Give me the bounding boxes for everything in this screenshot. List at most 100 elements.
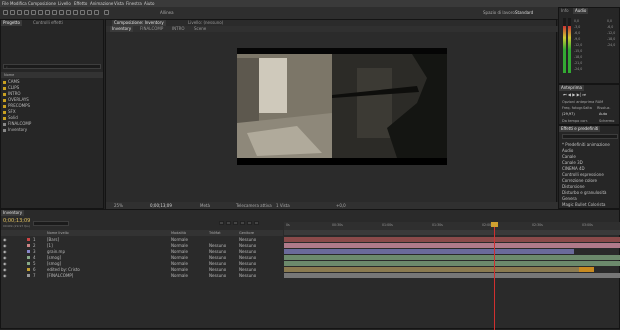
pan-behind-tool-icon[interactable]	[38, 10, 43, 15]
layer-bar[interactable]	[284, 243, 620, 248]
effect-category[interactable]: Genera	[562, 196, 577, 201]
layer-name[interactable]: edited by: Cristo	[47, 267, 80, 272]
layer-name[interactable]: [Bars]	[47, 237, 59, 242]
pen-tool-icon[interactable]	[52, 10, 57, 15]
layer-name[interactable]: [smog]	[47, 261, 61, 266]
layer-parent[interactable]: Nessuno	[239, 261, 256, 266]
crumb-inventory[interactable]: Inventory	[110, 26, 134, 32]
layer-name[interactable]: [smog]	[47, 255, 61, 260]
menu-composizione[interactable]: Composizione	[28, 1, 56, 6]
brush-tool-icon[interactable]	[66, 10, 71, 15]
layer-parent[interactable]: Nessuno	[239, 237, 256, 242]
layer-bar[interactable]	[284, 261, 620, 266]
full-screen[interactable]: Schermo	[599, 119, 614, 123]
effect-category[interactable]: Distorsione	[562, 184, 585, 189]
layer-bar[interactable]	[284, 267, 579, 272]
column-name[interactable]: Nome	[4, 73, 14, 77]
crumb-finalcomp[interactable]: FINALCOMP	[138, 26, 165, 32]
layer-row[interactable]: ◉ 1 [Bars] Normale Nessuno	[1, 237, 283, 242]
effect-category[interactable]: * Predefiniti animazione	[562, 142, 610, 147]
menu-animazione[interactable]: Animazione	[90, 1, 113, 6]
layer-trkmat[interactable]: Nessuno	[209, 255, 226, 260]
menu-file[interactable]: File	[2, 1, 9, 6]
clone-tool-icon[interactable]	[73, 10, 78, 15]
project-item[interactable]: FINALCOMP	[3, 121, 31, 126]
visibility-icon[interactable]: ◉	[3, 273, 7, 278]
menu-finestra[interactable]: Finestra	[126, 1, 142, 6]
label-color[interactable]	[27, 274, 30, 277]
layer-mode[interactable]: Normale	[171, 267, 188, 272]
menu-effetto[interactable]: Effetto	[74, 1, 87, 6]
ram-preview-options[interactable]: Opzioni anteprima RAM	[562, 100, 603, 104]
visibility-icon[interactable]: ◉	[3, 255, 7, 260]
visibility-icon[interactable]: ◉	[3, 243, 7, 248]
project-item[interactable]: PRECOMPS	[3, 103, 30, 108]
effect-category[interactable]: Controlli espressione	[562, 172, 604, 177]
effect-category[interactable]: CINEMA 4D	[562, 166, 585, 171]
visibility-icon[interactable]: ◉	[3, 237, 7, 242]
layer-mode[interactable]: Normale	[171, 243, 188, 248]
layer-parent[interactable]: Nessuno	[239, 243, 256, 248]
tab-audio[interactable]: Audio	[573, 8, 589, 14]
next-frame-icon[interactable]: ▶|	[577, 92, 581, 97]
project-search-input[interactable]: ⌕	[3, 64, 101, 69]
crumb-intro[interactable]: INTRO	[170, 26, 187, 32]
layer-bar[interactable]	[284, 249, 574, 254]
effect-category[interactable]: Magic Bullet Colorista	[562, 202, 605, 207]
effect-category[interactable]: Canale	[562, 154, 576, 159]
effect-category[interactable]: Canale 3D	[562, 160, 583, 165]
project-item[interactable]: Solid	[3, 115, 18, 120]
tab-preview[interactable]: Anteprima	[559, 85, 584, 91]
layer-trkmat[interactable]: Nessuno	[209, 267, 226, 272]
menu-modifica[interactable]: Modifica	[10, 1, 27, 6]
tab-project[interactable]: Progetto	[1, 20, 22, 26]
fps-value[interactable]: (29,97)	[562, 112, 575, 116]
project-item[interactable]: SFX	[3, 109, 16, 114]
graph-editor-icon[interactable]	[254, 221, 259, 225]
layer-parent[interactable]: Nessuno	[239, 249, 256, 254]
align-label[interactable]: Allinea	[160, 10, 174, 15]
project-item[interactable]: INTRO	[3, 91, 21, 96]
layer-bar[interactable]	[284, 237, 620, 242]
work-area-bar[interactable]	[284, 230, 620, 235]
selection-tool-icon[interactable]	[3, 10, 8, 15]
from-current-time[interactable]: Da tempo corr.	[562, 119, 588, 123]
tab-timeline-inventory[interactable]: Inventory	[1, 210, 25, 216]
tab-effect-controls[interactable]: Controlli effetti	[31, 20, 65, 26]
eraser-tool-icon[interactable]	[80, 10, 85, 15]
workspace-select[interactable]: Standard	[515, 10, 533, 15]
layer-parent[interactable]: Nessuno	[239, 267, 256, 272]
layer-trkmat[interactable]: Nessuno	[209, 249, 226, 254]
header-layer-name[interactable]: Nome livello	[47, 231, 69, 235]
layer-name[interactable]: grain.mp	[47, 249, 65, 254]
visibility-icon[interactable]: ◉	[3, 261, 7, 266]
camera-select[interactable]: Telecamera attiva	[236, 203, 272, 208]
header-parent[interactable]: Genitore	[239, 231, 254, 235]
resolution-select[interactable]: Metà	[200, 203, 210, 208]
layer-row[interactable]: ◉ 4 [smog] Normale Nessuno Nessuno	[1, 255, 283, 260]
layer-name[interactable]: [1]	[47, 243, 53, 248]
label-color[interactable]	[27, 238, 30, 241]
label-color[interactable]	[27, 256, 30, 259]
layer-row[interactable]: ◉ 7 [FINALCOMP] Normale Nessuno Nessuno	[1, 273, 283, 278]
visibility-icon[interactable]: ◉	[3, 249, 7, 254]
puppet-tool-icon[interactable]	[94, 10, 99, 15]
text-tool-icon[interactable]	[59, 10, 64, 15]
hide-shy-icon[interactable]	[233, 221, 238, 225]
layer-row[interactable]: ◉ 5 [smog] Normale Nessuno Nessuno	[1, 261, 283, 266]
project-item[interactable]: Inventory	[3, 127, 27, 132]
layer-bar[interactable]	[284, 255, 620, 260]
play-icon[interactable]: ▶	[572, 92, 575, 97]
layer-trkmat[interactable]: Nessuno	[209, 273, 226, 278]
layer-row[interactable]: ◉ 6 edited by: Cristo Normale Nessuno Ne…	[1, 267, 283, 272]
menu-aiuto[interactable]: Aiuto	[144, 1, 154, 6]
layer-name[interactable]: [FINALCOMP]	[47, 273, 73, 278]
crumb-scene[interactable]: Scene	[192, 26, 208, 32]
effect-category[interactable]: Audio	[562, 148, 573, 153]
layer-mode[interactable]: Normale	[171, 249, 188, 254]
draft-3d-icon[interactable]	[226, 221, 231, 225]
project-item[interactable]: OVERLAYS	[3, 97, 29, 102]
mask-tool-icon[interactable]	[45, 10, 50, 15]
layer-trkmat[interactable]: Nessuno	[209, 261, 226, 266]
effect-category[interactable]: Correzione colore	[562, 178, 597, 183]
